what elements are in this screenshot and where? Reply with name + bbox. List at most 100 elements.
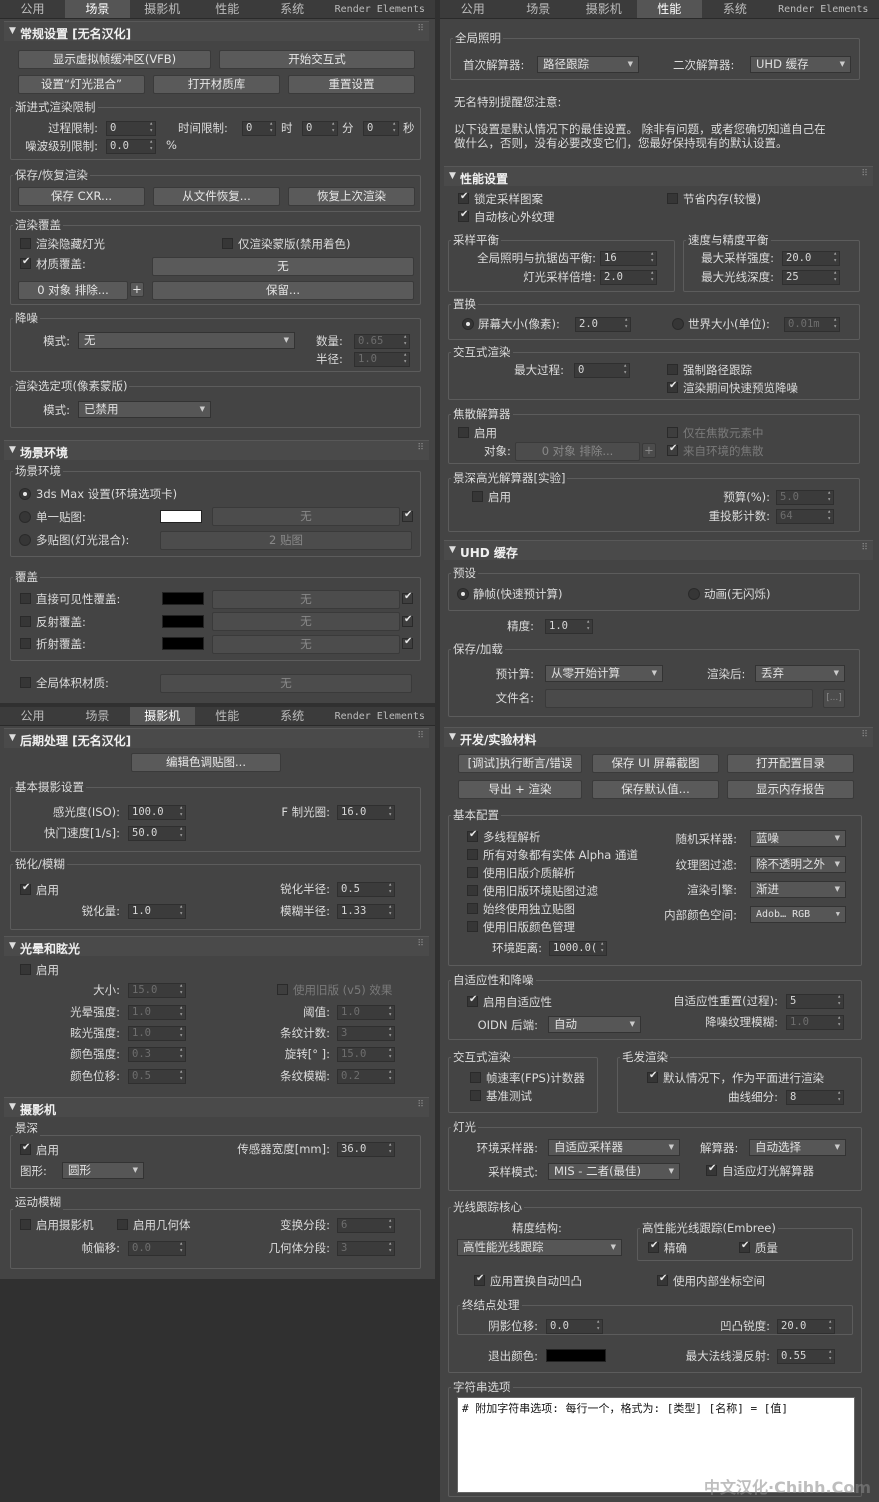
f-stop-spinner[interactable]: 16.0 [337, 805, 395, 820]
keep-button[interactable]: 保留... [152, 281, 414, 300]
color-shift-spinner[interactable]: 0.5 [128, 1069, 186, 1084]
refraction-map-button[interactable]: 无 [212, 635, 400, 654]
texture-filter-dropdown[interactable]: 除不透明之外 [750, 856, 846, 873]
tab-system[interactable]: 系统 [260, 0, 325, 18]
legacy-medium-checkbox[interactable] [467, 867, 478, 878]
multithread-checkbox[interactable] [467, 829, 478, 842]
rollout-performance[interactable]: ▼ 性能设置 ⠿ [444, 166, 873, 186]
auto-out-of-core-checkbox[interactable] [458, 209, 469, 222]
denoise-blur-spinner[interactable]: 1.0 [786, 1015, 844, 1030]
budget-spinner[interactable]: 5.0 [776, 490, 834, 505]
max-passes-spinner[interactable]: 0 [574, 363, 630, 378]
reprojection-spinner[interactable]: 64 [776, 509, 834, 524]
direct-map-checkbox[interactable] [402, 591, 413, 604]
threshold-spinner[interactable]: 1.0 [337, 1005, 395, 1020]
exclude-objects-button[interactable]: 0 对象 排除... [18, 281, 128, 300]
tab-performance[interactable]: 性能 [636, 0, 703, 18]
solid-alpha-checkbox[interactable] [467, 849, 478, 860]
sampling-mode-dropdown[interactable]: MIS - 二者(最佳) [548, 1163, 680, 1180]
direct-color-swatch[interactable] [162, 592, 204, 605]
caustic-enable-checkbox[interactable] [458, 427, 469, 438]
time-hours-spinner[interactable]: 0 [242, 121, 276, 136]
caustic-exclude-button[interactable]: 0 对象 排除... [515, 442, 640, 461]
memory-report-button[interactable]: 显示内存报告 [727, 780, 854, 799]
force-path-checkbox[interactable] [667, 364, 678, 375]
precalc-dropdown[interactable]: 从零开始计算 [545, 665, 663, 682]
export-render-button[interactable]: 导出 + 渲染 [458, 780, 582, 799]
bloom-intensity-spinner[interactable]: 1.0 [128, 1005, 186, 1020]
max-depth-spinner[interactable]: 25 [782, 270, 840, 285]
env-sampler-dropdown[interactable]: 自适应采样器 [548, 1139, 680, 1156]
tab-scene[interactable]: 场景 [65, 707, 130, 725]
material-override-checkbox[interactable] [20, 256, 31, 269]
color-space-dropdown[interactable]: Adob… RGB [750, 906, 846, 923]
tab-scene[interactable]: 场景 [506, 0, 572, 18]
env-distance-spinner[interactable]: 1000.0( [549, 941, 607, 956]
reflection-map-button[interactable]: 无 [212, 612, 400, 631]
streak-blur-spinner[interactable]: 0.2 [337, 1069, 395, 1084]
oidn-backend-dropdown[interactable]: 自动 [548, 1016, 641, 1033]
light-sample-spinner[interactable]: 2.0 [600, 270, 657, 285]
rotation-spinner[interactable]: 15.0 [337, 1047, 395, 1062]
precision-structure-dropdown[interactable]: 高性能光线跟踪 [457, 1239, 622, 1256]
tab-render-elements[interactable]: Render Elements [325, 707, 435, 725]
direct-map-button[interactable]: 无 [212, 590, 400, 609]
blur-radius-spinner[interactable]: 1.33 [337, 904, 395, 919]
after-render-dropdown[interactable]: 丢弃 [755, 665, 845, 682]
restore-from-file-button[interactable]: 从文件恢复... [153, 187, 280, 206]
rollout-scene-environment[interactable]: ▼ 场景环境 ⠿ [4, 440, 429, 460]
time-minutes-spinner[interactable]: 0 [302, 121, 338, 136]
drag-handle-icon[interactable]: ⠿ [417, 939, 424, 949]
refraction-override-checkbox[interactable] [20, 638, 31, 649]
shadow-offset-spinner[interactable]: 0.0 [546, 1319, 603, 1334]
exit-color-swatch[interactable] [546, 1349, 606, 1362]
start-interactive-button[interactable]: 开始交互式 [219, 50, 415, 69]
sharpen-radius-spinner[interactable]: 0.5 [337, 882, 395, 897]
fps-counter-checkbox[interactable] [470, 1072, 481, 1083]
world-size-spinner[interactable]: 0.01m [784, 317, 840, 332]
rollout-bloom-glare[interactable]: ▼ 光晕和眩光 ⠿ [4, 936, 429, 956]
rollout-dev-experimental[interactable]: ▼ 开发/实验材料 ⠿ [444, 727, 873, 747]
adaptivity-enable-checkbox[interactable] [467, 994, 478, 1007]
bokeh-shape-dropdown[interactable]: 圆形 [62, 1162, 144, 1179]
tab-common[interactable]: 公用 [440, 0, 506, 18]
tab-system[interactable]: 系统 [702, 0, 768, 18]
tab-render-elements[interactable]: Render Elements [325, 0, 435, 18]
open-config-dir-button[interactable]: 打开配置目录 [727, 754, 854, 773]
restore-last-button[interactable]: 恢复上次渲染 [288, 187, 415, 206]
dof-highlight-enable-checkbox[interactable] [472, 491, 483, 502]
tab-common[interactable]: 公用 [0, 707, 65, 725]
sharpen-enable-checkbox[interactable] [20, 882, 31, 895]
bump-sharpness-spinner[interactable]: 20.0 [777, 1319, 835, 1334]
reflection-override-checkbox[interactable] [20, 616, 31, 627]
env-3ds-radio[interactable] [19, 488, 31, 500]
drag-handle-icon[interactable]: ⠿ [861, 543, 868, 553]
denoise-amount-spinner[interactable]: 0.65 [354, 334, 410, 349]
primary-solver-dropdown[interactable]: 路径跟踪 [537, 56, 639, 73]
independent-map-checkbox[interactable] [467, 903, 478, 914]
noise-limit-spinner[interactable]: 0.0 [106, 139, 156, 154]
transform-segments-spinner[interactable]: 6 [337, 1218, 395, 1233]
global-volume-checkbox[interactable] [20, 677, 31, 688]
env-map-button[interactable]: 无 [212, 507, 400, 526]
direct-override-checkbox[interactable] [20, 593, 31, 604]
tab-performance[interactable]: 性能 [195, 0, 260, 18]
quality-checkbox[interactable] [739, 1240, 750, 1253]
glare-intensity-spinner[interactable]: 1.0 [128, 1026, 186, 1041]
lightmix-button[interactable]: 设置“灯光混合” [18, 75, 145, 94]
screen-size-radio[interactable] [462, 318, 474, 330]
env-multi-radio[interactable] [19, 534, 31, 546]
denoise-radius-spinner[interactable]: 1.0 [354, 352, 410, 367]
tab-camera[interactable]: 摄影机 [129, 707, 195, 725]
mb-camera-checkbox[interactable] [20, 1219, 31, 1230]
override-material-button[interactable]: 无 [152, 257, 414, 276]
legacy-bloom-checkbox[interactable] [277, 984, 288, 995]
tab-performance[interactable]: 性能 [195, 707, 260, 725]
browse-button[interactable]: [...] [823, 689, 845, 708]
legacy-env-filter-checkbox[interactable] [467, 885, 478, 896]
caustic-only-checkbox[interactable] [667, 427, 678, 438]
tab-scene[interactable]: 场景 [64, 0, 130, 18]
render-hidden-checkbox[interactable] [20, 238, 31, 249]
env-caustic-checkbox[interactable] [667, 443, 678, 456]
hair-flat-checkbox[interactable] [647, 1070, 658, 1083]
